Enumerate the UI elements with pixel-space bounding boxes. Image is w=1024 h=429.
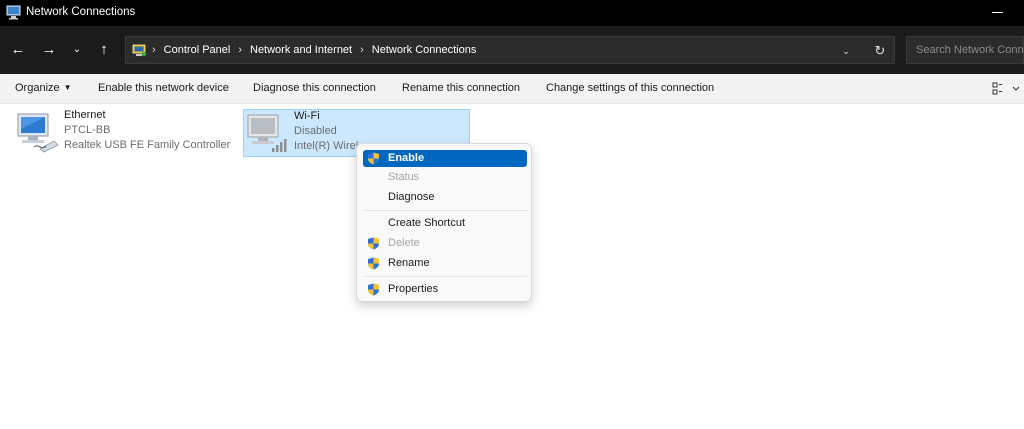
menu-item-properties[interactable]: Properties — [363, 281, 527, 298]
address-dropdown-chevron-icon[interactable]: ⌄ — [838, 43, 854, 59]
recent-locations-chevron-icon[interactable]: ⌄ — [66, 40, 88, 60]
refresh-icon[interactable]: ↻ — [871, 42, 889, 60]
diagnose-connection-button[interactable]: Diagnose this connection — [253, 82, 376, 94]
title-bar: Network Connections — [0, 0, 1024, 26]
up-arrow-icon[interactable]: ↑ — [93, 40, 115, 60]
menu-item-rename[interactable]: Rename — [363, 255, 527, 272]
connection-name: Wi-Fi — [294, 110, 320, 122]
address-bar-row: ← → ⌄ ↑ › Control Panel › Network and In… — [0, 26, 1024, 74]
window-title: Network Connections — [26, 6, 136, 18]
menu-item-label: Rename — [388, 257, 430, 269]
forward-arrow-icon[interactable]: → — [38, 40, 60, 60]
menu-item-label: Delete — [388, 237, 420, 249]
wifi-adapter-icon — [247, 114, 287, 152]
shield-icon — [368, 257, 379, 270]
back-arrow-icon[interactable]: ← — [7, 40, 29, 60]
rename-connection-button[interactable]: Rename this connection — [402, 82, 520, 94]
shield-icon — [368, 237, 379, 250]
control-panel-icon — [132, 44, 147, 57]
menu-separator — [363, 210, 527, 211]
menu-item-delete: Delete — [363, 235, 527, 252]
search-input[interactable]: Search Network Connections — [906, 36, 1024, 64]
connection-item-ethernet[interactable]: Ethernet PTCL-BB Realtek USB FE Family C… — [16, 109, 246, 157]
breadcrumb-chevron-icon: › — [152, 44, 156, 56]
menu-item-status: Status — [388, 171, 420, 183]
menu-item-label: Enable — [388, 152, 425, 164]
breadcrumb-control-panel[interactable]: Control Panel — [164, 44, 231, 56]
connection-network: PTCL-BB — [64, 124, 111, 136]
shield-icon — [368, 152, 379, 165]
command-bar: Organize ▼ Enable this network device Dia… — [0, 74, 1024, 104]
breadcrumb: › Control Panel › Network and Internet ›… — [152, 44, 476, 56]
address-box[interactable]: › Control Panel › Network and Internet ›… — [125, 36, 895, 64]
organize-button[interactable]: Organize ▼ — [15, 82, 72, 94]
breadcrumb-chevron-icon: › — [238, 44, 242, 56]
enable-device-button[interactable]: Enable this network device — [98, 82, 229, 94]
view-options-icon[interactable] — [991, 82, 1021, 96]
breadcrumb-chevron-icon: › — [360, 44, 364, 56]
shield-icon — [368, 283, 379, 296]
breadcrumb-network-and-internet[interactable]: Network and Internet — [250, 44, 352, 56]
connection-device: Realtek USB FE Family Controller — [64, 139, 231, 151]
menu-item-create-shortcut[interactable]: Create Shortcut — [363, 215, 527, 232]
connection-device: Intel(R) Wirel — [294, 140, 359, 152]
context-menu: Enable Status Diagnose Create Shortcut D… — [356, 143, 532, 302]
menu-separator — [363, 276, 527, 277]
connection-name: Ethernet — [64, 109, 106, 121]
ethernet-adapter-icon — [17, 113, 59, 153]
caret-down-icon: ▼ — [63, 83, 72, 92]
minimize-button[interactable] — [986, 2, 1008, 22]
change-settings-button[interactable]: Change settings of this connection — [546, 82, 714, 94]
menu-item-enable[interactable]: Enable — [363, 150, 527, 167]
connection-network: Disabled — [294, 125, 337, 137]
network-connections-icon — [6, 5, 21, 20]
menu-item-diagnose[interactable]: Diagnose — [363, 189, 527, 206]
breadcrumb-network-connections[interactable]: Network Connections — [372, 44, 477, 56]
organize-label: Organize — [15, 82, 60, 94]
menu-item-label: Properties — [388, 283, 439, 295]
